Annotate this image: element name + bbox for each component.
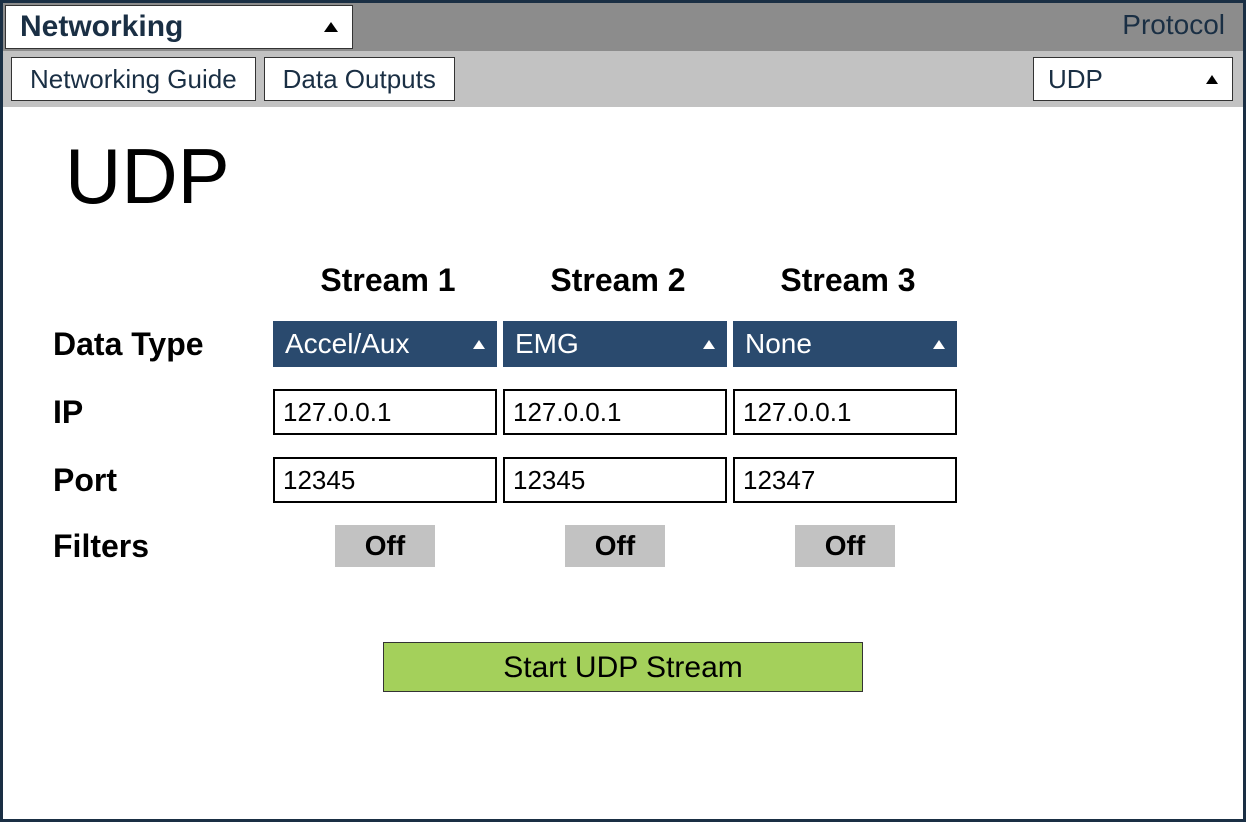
data-type-value: EMG xyxy=(515,328,579,360)
data-type-value: Accel/Aux xyxy=(285,328,410,360)
tab-label: Data Outputs xyxy=(283,64,436,95)
chevron-up-icon xyxy=(1206,75,1218,84)
filter-cell-3: Off xyxy=(733,525,957,567)
header-bar: Networking Protocol xyxy=(3,3,1243,51)
data-type-value: None xyxy=(745,328,812,360)
tab-label: Networking Guide xyxy=(30,64,237,95)
filter-toggle-2[interactable]: Off xyxy=(565,525,665,567)
stream-2-header: Stream 2 xyxy=(503,262,733,299)
ip-label: IP xyxy=(53,394,273,431)
chevron-up-icon xyxy=(703,340,715,349)
filter-toggle-1[interactable]: Off xyxy=(335,525,435,567)
page-title: UDP xyxy=(65,131,1193,222)
data-type-select-2[interactable]: EMG xyxy=(503,321,727,367)
filter-cell-2: Off xyxy=(503,525,727,567)
protocol-label: Protocol xyxy=(1122,9,1225,41)
networking-dropdown-label: Networking xyxy=(20,10,183,44)
ip-input-1[interactable] xyxy=(273,389,497,435)
port-input-2[interactable] xyxy=(503,457,727,503)
chevron-up-icon xyxy=(324,22,338,32)
data-outputs-button[interactable]: Data Outputs xyxy=(264,57,455,101)
chevron-up-icon xyxy=(473,340,485,349)
filter-toggle-3[interactable]: Off xyxy=(795,525,895,567)
networking-guide-button[interactable]: Networking Guide xyxy=(11,57,256,101)
stream-3-header: Stream 3 xyxy=(733,262,963,299)
main-area: UDP Stream 1 Stream 2 Stream 3 Data Type… xyxy=(3,107,1243,692)
data-type-label: Data Type xyxy=(53,326,273,363)
ip-input-3[interactable] xyxy=(733,389,957,435)
port-label: Port xyxy=(53,462,273,499)
start-udp-stream-button[interactable]: Start UDP Stream xyxy=(383,642,863,692)
networking-dropdown[interactable]: Networking xyxy=(5,5,353,49)
stream-1-header: Stream 1 xyxy=(273,262,503,299)
data-type-select-1[interactable]: Accel/Aux xyxy=(273,321,497,367)
config-grid: Stream 1 Stream 2 Stream 3 Data Type Acc… xyxy=(53,262,1193,567)
sub-header: Networking Guide Data Outputs UDP xyxy=(3,51,1243,107)
chevron-up-icon xyxy=(933,340,945,349)
ip-input-2[interactable] xyxy=(503,389,727,435)
filter-cell-1: Off xyxy=(273,525,497,567)
protocol-select[interactable]: UDP xyxy=(1033,57,1233,101)
filters-label: Filters xyxy=(53,528,273,565)
data-type-select-3[interactable]: None xyxy=(733,321,957,367)
start-button-wrap: Start UDP Stream xyxy=(53,642,1193,692)
protocol-select-value: UDP xyxy=(1048,64,1103,95)
port-input-3[interactable] xyxy=(733,457,957,503)
sub-header-left: Networking Guide Data Outputs xyxy=(11,57,455,101)
port-input-1[interactable] xyxy=(273,457,497,503)
